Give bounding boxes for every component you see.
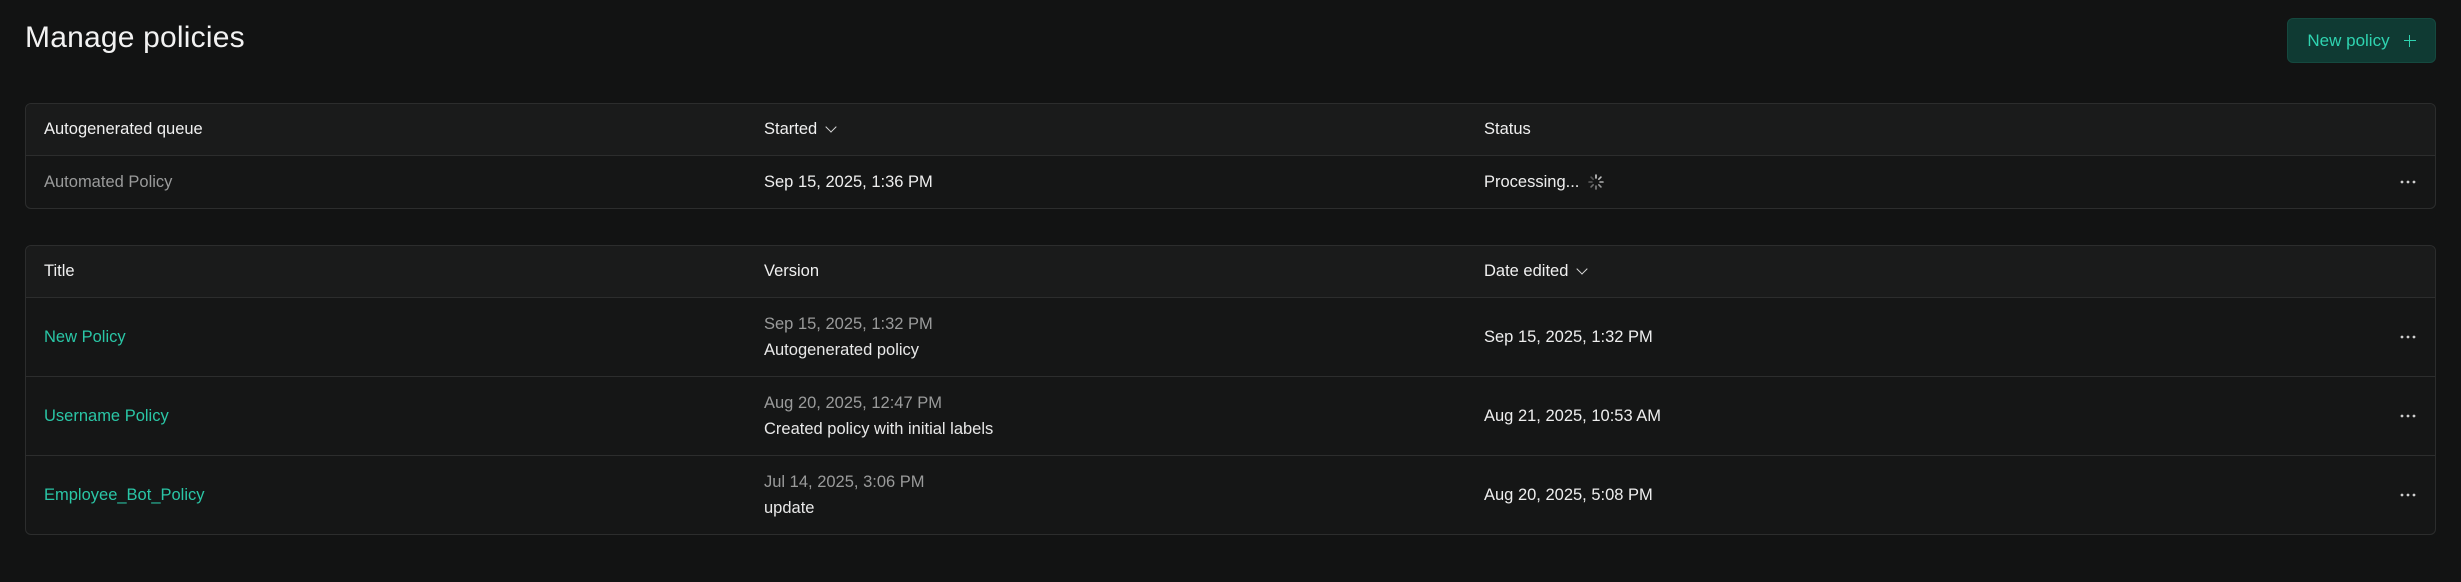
column-header-status: Status <box>1466 120 2375 139</box>
version-description: update <box>764 499 815 517</box>
policy-date-edited: Aug 20, 2025, 5:08 PM <box>1484 485 1653 504</box>
version-date: Sep 15, 2025, 1:32 PM <box>764 315 933 333</box>
more-horizontal-icon[interactable] <box>2399 407 2417 425</box>
column-header-label: Status <box>1484 120 1531 138</box>
page-header: Manage policies New policy <box>25 0 2436 103</box>
table-row: New Policy Sep 15, 2025, 1:32 PM Autogen… <box>26 297 2435 376</box>
column-header-label: Title <box>44 262 75 280</box>
chevron-down-icon[interactable] <box>1576 263 1589 275</box>
chevron-down-icon[interactable] <box>825 121 837 133</box>
column-header-autogenerated-queue: Autogenerated queue <box>26 120 746 139</box>
policy-date-edited: Aug 21, 2025, 10:53 AM <box>1484 406 1662 425</box>
queue-status: Processing... <box>1466 173 2375 192</box>
policy-title-link[interactable]: Username Policy <box>26 407 746 426</box>
policy-version: Aug 20, 2025, 12:47 PM Created policy wi… <box>746 390 1466 442</box>
version-date: Aug 20, 2025, 12:47 PM <box>764 394 942 412</box>
version-description: Autogenerated policy <box>764 341 920 359</box>
column-header-label: Autogenerated queue <box>44 120 203 138</box>
policies-table: Title Version Date edited New Policy Sep… <box>25 245 2436 535</box>
column-header-version: Version <box>746 262 1466 281</box>
column-header-label: Started <box>764 120 818 138</box>
new-policy-label: New policy <box>2307 30 2390 50</box>
table-header-row: Title Version Date edited <box>26 246 2435 297</box>
status-text: Processing... <box>1484 172 1580 191</box>
more-horizontal-icon[interactable] <box>2399 486 2417 504</box>
table-row: Username Policy Aug 20, 2025, 12:47 PM C… <box>26 376 2435 455</box>
new-policy-button[interactable]: New policy <box>2287 18 2436 63</box>
policy-date-edited: Sep 15, 2025, 1:32 PM <box>1484 327 1653 346</box>
column-header-date-edited[interactable]: Date edited <box>1466 262 2375 281</box>
policy-title-link[interactable]: New Policy <box>26 328 746 347</box>
queue-started: Sep 15, 2025, 1:36 PM <box>764 172 933 191</box>
policy-title-link[interactable]: Employee_Bot_Policy <box>26 486 746 505</box>
column-header-title: Title <box>26 262 746 281</box>
queue-name: Automated Policy <box>44 172 173 191</box>
version-description: Created policy with initial labels <box>764 420 994 438</box>
policy-version: Jul 14, 2025, 3:06 PM update <box>746 469 1466 521</box>
plus-icon <box>2403 34 2416 47</box>
autogenerated-queue-table: Autogenerated queue Started Status Autom… <box>25 103 2436 209</box>
version-date: Jul 14, 2025, 3:06 PM <box>764 473 925 491</box>
policy-version: Sep 15, 2025, 1:32 PM Autogenerated poli… <box>746 311 1466 363</box>
column-header-started[interactable]: Started <box>746 120 1466 139</box>
page: Manage policies New policy Autogenerated… <box>0 0 2461 582</box>
column-header-label: Version <box>764 262 820 280</box>
page-title: Manage policies <box>25 21 245 54</box>
spinner-icon <box>1588 174 1605 190</box>
more-horizontal-icon[interactable] <box>2399 173 2417 191</box>
column-header-label: Date edited <box>1484 262 1569 280</box>
more-horizontal-icon[interactable] <box>2399 328 2417 346</box>
table-header-row: Autogenerated queue Started Status <box>26 104 2435 155</box>
table-row: Employee_Bot_Policy Jul 14, 2025, 3:06 P… <box>26 455 2435 534</box>
table-row: Automated Policy Sep 15, 2025, 1:36 PM P… <box>26 155 2435 208</box>
